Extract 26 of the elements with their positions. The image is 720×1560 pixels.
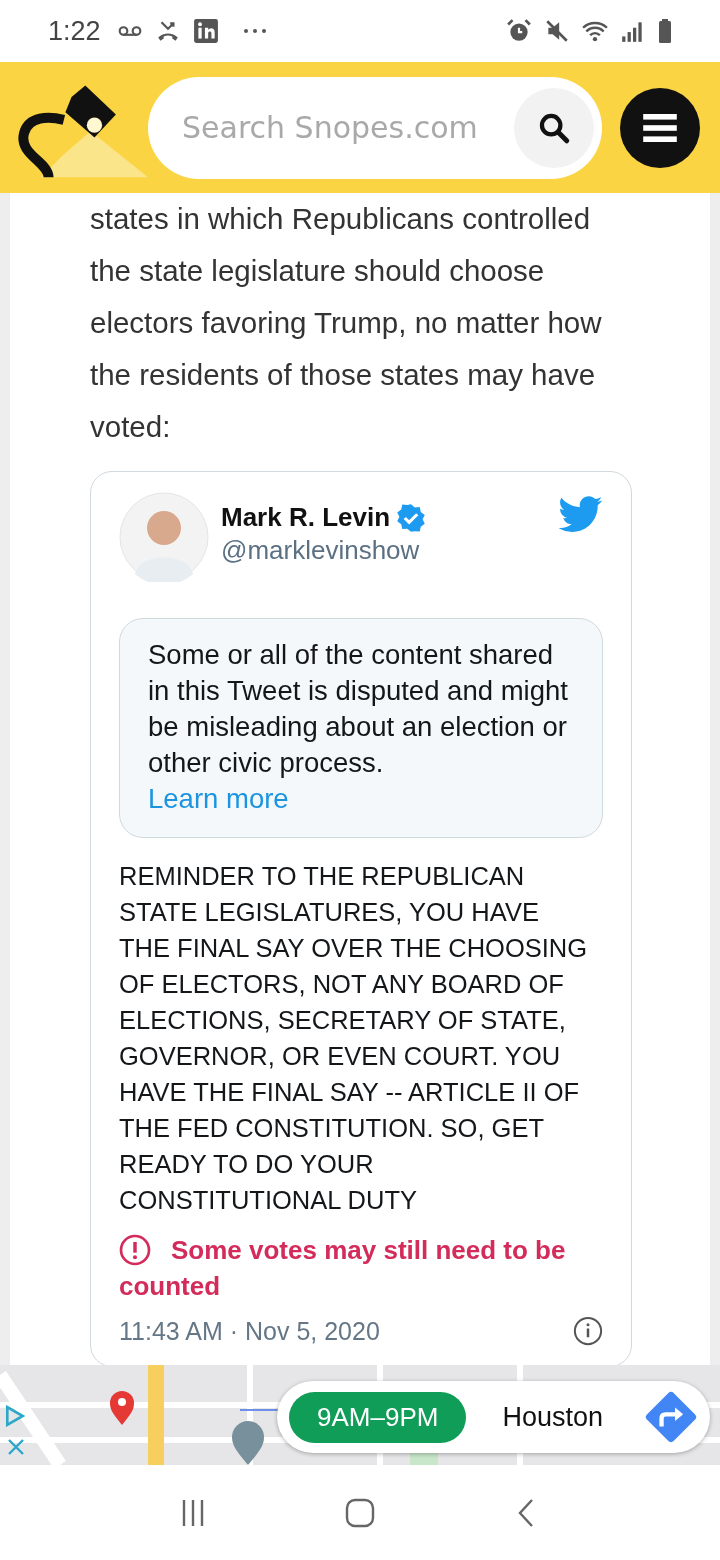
search-input[interactable]: Search Snopes.com: [180, 109, 514, 146]
article-paragraph: states in which Republicans controlled the state legislature should choose electors favoring Trump, no matter how the residents of those states may have voted:: [90, 201, 603, 445]
ad-choices-icon[interactable]: [4, 1405, 26, 1427]
home-icon[interactable]: [345, 1497, 375, 1528]
alert-icon: [119, 1234, 151, 1266]
author-handle[interactable]: @marklevinshow: [221, 535, 559, 566]
location-name: Houston: [502, 1401, 604, 1433]
tweet-text: REMINDER TO THE REPUBLICAN STATE LEGISLATURES, YOU HAVE THE FINAL SAY OVER THE CHOOSING OF ELECTORS, NOT ANY BOARD OF ELECTIONS, SECRETARY OF STATE, GOVERNOR, OR EVEN COURT. YOU HAVE THE FINAL SAY -- ARTICLE II OF THE FED CONSTITUTION. SO, GET READY TO DO YOUR CONSTITUTIONAL DUTY: [119, 861, 589, 1216]
warning-link[interactable]: Some votes may still need to be counted: [119, 1232, 603, 1304]
learn-more-link[interactable]: Learn more: [148, 783, 289, 814]
tweet-timestamp[interactable]: 11:43 AM · Nov 5, 2020: [119, 1316, 380, 1346]
close-icon[interactable]: [6, 1437, 26, 1457]
alarm-icon: [506, 18, 532, 44]
mute-icon: [544, 18, 570, 44]
linkedin-icon: [192, 18, 219, 44]
avatar-icon: [119, 492, 209, 582]
hours-badge: 9AM–9PM: [289, 1391, 467, 1443]
menu-icon: [643, 113, 677, 142]
search-field[interactable]: Search Snopes.com: [148, 76, 602, 179]
info-icon[interactable]: [573, 1316, 603, 1346]
bird-icon[interactable]: [559, 496, 603, 533]
more-icon: [242, 27, 267, 35]
battery-icon: [658, 19, 672, 43]
author-name: Mark R. Levin: [221, 502, 391, 533]
clock-time: 1:22: [48, 15, 101, 47]
notice-text: Some or all of the content shared in this Tweet is disputed and might be misleading about an election or other civic process.: [148, 638, 569, 780]
